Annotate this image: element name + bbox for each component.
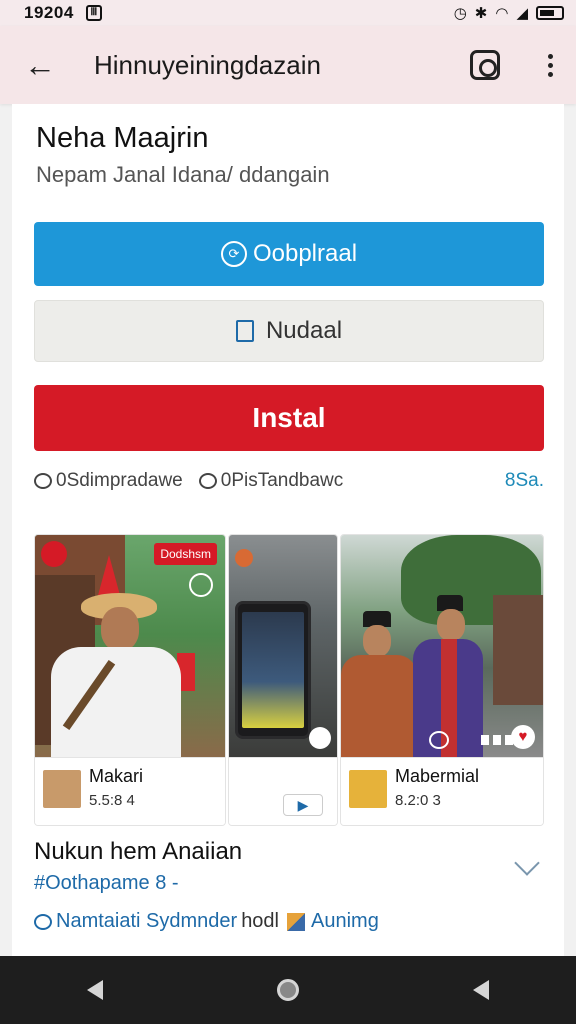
link-row[interactable]: Namtaiati Sydmnder hodl Aunimg [34, 910, 379, 933]
comment-icon [481, 735, 515, 745]
profile-name: Neha Maajrin [36, 122, 209, 154]
gallery-footer: Mabermial 8.2:0 3 [341, 757, 543, 825]
stat-left-label: 0Sdimpradawe [56, 470, 183, 491]
hashtag-link[interactable]: #Oothapame 8 - [34, 872, 179, 895]
status-icons: ◷ ✱ ◠ ◢ [454, 4, 564, 22]
chat-bubble-icon [34, 473, 52, 489]
link-label[interactable]: Namtaiati Sydmnder [56, 910, 237, 933]
secondary-button-label: Nudaal [265, 317, 343, 344]
gallery-title: Mabermial [395, 766, 480, 786]
primary-button-label: Oobplraal [252, 240, 358, 267]
gallery-item[interactable]: Dodshsm Makari 5.5:8 4 [34, 534, 226, 826]
chat-bubble-icon [34, 913, 52, 930]
stat-middle-label: 0PisTandbawc [220, 470, 344, 491]
pencil-icon [287, 912, 305, 931]
avatar [349, 770, 387, 808]
page-indicator-icon [429, 731, 449, 749]
mute-icon[interactable] [189, 573, 213, 597]
photo-scene [229, 535, 337, 757]
play-icon[interactable]: ▶ [283, 794, 323, 816]
install-button-label: Instal [252, 402, 326, 433]
app-title: Hinnuyeiningdazain [94, 49, 321, 80]
stat-right[interactable]: 8Sa. [505, 470, 544, 492]
gallery-footer: Makari 5.5:8 4 [35, 757, 225, 825]
stat-middle[interactable]: 0PisTandbawc [198, 470, 344, 492]
photo-scene [35, 535, 225, 757]
avatar [43, 770, 81, 808]
gallery-footer: ▶ [229, 757, 337, 825]
gallery-badge: Dodshsm [154, 543, 217, 565]
link-plain-text: hodl [241, 910, 279, 932]
gallery-meta: 8.2:0 3 [395, 792, 441, 809]
bluetooth-icon: ✱ [474, 5, 488, 22]
record-icon [41, 541, 67, 567]
gallery-meta: 5.5:8 4 [89, 792, 135, 809]
screenshot-gallery: Dodshsm Makari 5.5:8 4 ▶ ♥ Mabermial 8.2… [34, 534, 544, 826]
status-bar: 19204 Ⅲ ◷ ✱ ◠ ◢ [0, 0, 576, 26]
sync-icon: ⟳ [220, 241, 247, 267]
stats-row: 0Sdimpradawe 0PisTandbawc 8Sa. [34, 466, 544, 496]
profile-subtitle: Nepam Janal Idana/ ddangain [36, 162, 330, 187]
gallery-image: Dodshsm [35, 535, 225, 757]
heart-icon[interactable]: ♥ [511, 725, 535, 749]
photo-scene: ♥ [341, 535, 543, 757]
more-icon[interactable] [540, 45, 560, 85]
link-end[interactable]: Aunimg [311, 910, 379, 933]
status-time: 19204 [24, 3, 74, 22]
nav-back-icon[interactable] [87, 980, 103, 1000]
gallery-item[interactable]: ♥ Mabermial 8.2:0 3 [340, 534, 544, 826]
section-title: Nukun hem Anaiian [34, 838, 243, 865]
alarm-icon: ◷ [453, 5, 467, 22]
app-bar: ← Hinnuyeiningdazain [0, 26, 576, 104]
stat-left[interactable]: 0Sdimpradawe [34, 470, 183, 492]
gallery-image: ♥ [341, 535, 543, 757]
notification-icon: Ⅲ [85, 5, 102, 21]
gallery-title: Makari [89, 766, 144, 786]
app-detail-card: Neha Maajrin Nepam Janal Idana/ ddangain… [12, 104, 564, 956]
primary-button[interactable]: ⟳ Oobplraal [34, 222, 544, 286]
record-icon [235, 549, 253, 567]
back-icon[interactable]: ← [16, 41, 64, 89]
nav-home-icon[interactable] [277, 979, 299, 1001]
gallery-image [229, 535, 337, 757]
nav-recents-icon[interactable] [473, 980, 489, 1000]
system-nav-bar [0, 956, 576, 1024]
gallery-item[interactable]: ▶ [228, 534, 338, 826]
document-icon [235, 320, 254, 342]
chat-bubble-icon [198, 473, 217, 489]
battery-icon [536, 6, 564, 20]
heart-icon[interactable] [309, 727, 331, 749]
secondary-button[interactable]: Nudaal [34, 300, 544, 362]
instagram-icon[interactable] [470, 50, 500, 80]
wifi-icon: ◠ [495, 5, 509, 22]
install-button[interactable]: Instal [34, 385, 544, 451]
signal-icon: ◢ [516, 5, 528, 22]
